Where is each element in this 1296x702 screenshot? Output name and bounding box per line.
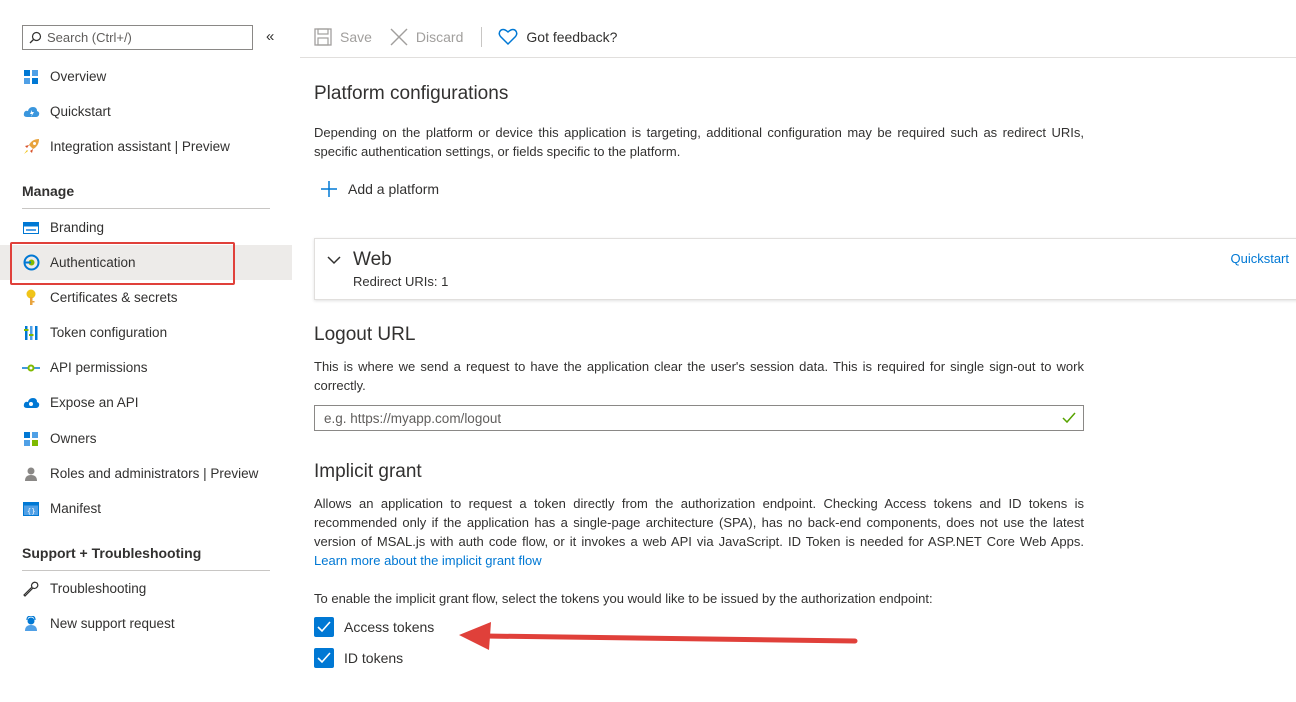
id-tokens-label: ID tokens <box>344 650 404 666</box>
authentication-highlight-box <box>10 242 235 285</box>
sidebar-item-label: Overview <box>50 69 107 84</box>
add-platform-button[interactable]: Add a platform <box>320 180 439 198</box>
close-icon <box>390 28 408 46</box>
logout-url-placeholder: e.g. https://myapp.com/logout <box>324 410 502 426</box>
heart-icon <box>498 28 518 46</box>
sidebar-item-manifest[interactable]: {} Manifest <box>0 491 292 526</box>
token-bars-icon <box>22 324 40 342</box>
checkmark-icon <box>317 621 331 633</box>
access-tokens-checkbox-row[interactable]: Access tokens <box>314 617 434 637</box>
sidebar-item-label: Certificates & secrets <box>50 290 178 305</box>
sidebar-item-overview[interactable]: Overview <box>0 59 292 94</box>
discard-label: Discard <box>415 29 464 45</box>
implicit-description-text: Allows an application to request a token… <box>314 496 1084 549</box>
sidebar: Search (Ctrl+/) « Overview Quickstart In… <box>0 0 292 702</box>
sidebar-item-label: Expose an API <box>50 395 139 410</box>
manage-divider <box>22 208 270 209</box>
search-placeholder: Search (Ctrl+/) <box>47 30 132 45</box>
manifest-icon: {} <box>22 500 40 518</box>
sidebar-item-api-permissions[interactable]: API permissions <box>0 350 292 385</box>
sidebar-item-label: Manifest <box>50 501 102 516</box>
sidebar-item-quickstart[interactable]: Quickstart <box>0 94 292 129</box>
collapse-sidebar-button[interactable]: « <box>266 28 274 45</box>
cloud-lightning-icon <box>22 103 40 121</box>
save-label: Save <box>340 29 372 45</box>
access-tokens-checkbox[interactable] <box>314 617 334 637</box>
add-platform-label: Add a platform <box>348 181 440 197</box>
sidebar-item-integration-assistant[interactable]: Integration assistant | Preview <box>0 129 292 164</box>
sidebar-item-label: API permissions <box>50 360 148 375</box>
access-tokens-label: Access tokens <box>344 619 435 635</box>
sidebar-item-owners[interactable]: Owners <box>0 421 292 456</box>
sidebar-item-label: Troubleshooting <box>50 581 147 596</box>
checkmark-icon <box>317 652 331 664</box>
annotation-arrow <box>459 622 858 650</box>
sidebar-item-token-configuration[interactable]: Token configuration <box>0 315 292 350</box>
logout-description: This is where we send a request to have … <box>314 359 1084 393</box>
sidebar-item-label: Owners <box>50 431 97 446</box>
chevron-down-icon[interactable] <box>327 253 341 268</box>
platform-configurations-heading: Platform configurations <box>314 83 509 104</box>
implicit-instruction: To enable the implicit grant flow, selec… <box>314 591 933 606</box>
id-tokens-checkbox[interactable] <box>314 648 334 668</box>
sidebar-item-label: Quickstart <box>50 104 111 119</box>
feedback-label: Got feedback? <box>526 29 618 45</box>
search-icon <box>29 31 42 44</box>
owners-grid-icon <box>22 430 40 448</box>
key-icon <box>22 289 40 307</box>
save-button[interactable]: Save <box>314 28 372 46</box>
manage-section-header: Manage <box>22 183 75 199</box>
svg-text:{}: {} <box>27 507 35 515</box>
api-permissions-icon <box>22 359 40 377</box>
sidebar-item-troubleshooting[interactable]: Troubleshooting <box>0 571 292 606</box>
web-platform-card: Web Redirect URIs: 1 Quickstart <box>314 238 1296 300</box>
id-tokens-checkbox-row[interactable]: ID tokens <box>314 648 403 668</box>
logout-url-heading: Logout URL <box>314 324 416 345</box>
wrench-icon <box>22 580 40 598</box>
toolbar-separator <box>481 27 483 47</box>
person-icon <box>22 465 40 483</box>
sidebar-item-branding[interactable]: Branding <box>0 210 292 245</box>
redirect-uris-count: Redirect URIs: 1 <box>353 274 449 289</box>
support-person-icon <box>22 615 40 633</box>
implicit-description: Allows an application to request a token… <box>314 494 1084 570</box>
cloud-expose-icon <box>22 394 40 412</box>
platform-description: Depending on the platform or device this… <box>314 125 1084 159</box>
sidebar-item-certificates[interactable]: Certificates & secrets <box>0 280 292 315</box>
sidebar-item-expose-api[interactable]: Expose an API <box>0 385 292 420</box>
implicit-grant-heading: Implicit grant <box>314 461 422 482</box>
checkmark-icon <box>1062 412 1076 424</box>
discard-button[interactable]: Discard <box>390 28 463 46</box>
support-section-header: Support + Troubleshooting <box>22 545 202 561</box>
learn-more-link[interactable]: Learn more about the implicit grant flow <box>314 553 542 568</box>
command-bar: Save Discard Got feedback? <box>314 22 635 52</box>
sidebar-item-label: Roles and administrators | Preview <box>50 466 259 481</box>
web-platform-title: Web <box>353 249 392 270</box>
plus-icon <box>321 181 337 197</box>
sidebar-item-label: New support request <box>50 616 175 631</box>
sidebar-item-label: Integration assistant | Preview <box>50 139 230 154</box>
search-input[interactable]: Search (Ctrl+/) <box>22 25 253 50</box>
sidebar-item-label: Branding <box>50 220 105 235</box>
logout-url-input[interactable]: e.g. https://myapp.com/logout <box>314 405 1084 431</box>
sidebar-item-label: Token configuration <box>50 325 168 340</box>
feedback-button[interactable]: Got feedback? <box>498 28 617 46</box>
sidebar-item-new-support-request[interactable]: New support request <box>0 606 292 641</box>
rocket-icon <box>22 138 40 156</box>
quickstart-link[interactable]: Quickstart <box>1230 251 1289 266</box>
sidebar-item-roles-administrators[interactable]: Roles and administrators | Preview <box>0 456 292 491</box>
overview-grid-icon <box>22 68 40 86</box>
branding-icon <box>22 219 40 237</box>
toolbar-divider <box>300 57 1296 58</box>
save-icon <box>314 28 332 46</box>
